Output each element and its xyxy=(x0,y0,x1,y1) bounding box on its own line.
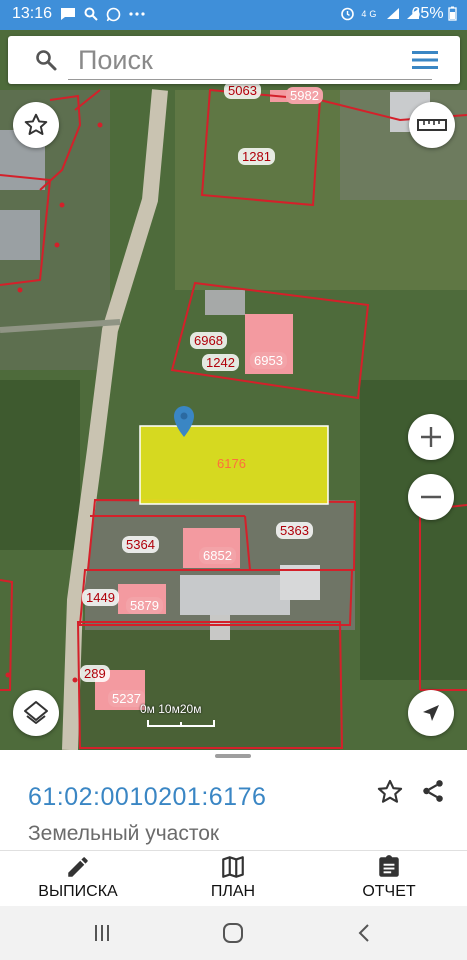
layers-button[interactable] xyxy=(13,690,59,736)
selected-parcel-label[interactable]: 6176 xyxy=(217,456,246,471)
clipboard-icon xyxy=(379,855,399,877)
battery-text: 65% xyxy=(411,5,444,22)
parcel-label[interactable]: 1449 xyxy=(82,589,119,606)
system-status-icons: 4G xyxy=(340,6,420,21)
ruler-button[interactable] xyxy=(409,102,455,148)
more-icon xyxy=(129,12,145,16)
extract-label: ВЫПИСКА xyxy=(38,883,118,900)
recent-apps-icon[interactable] xyxy=(92,923,112,943)
plan-button[interactable]: ПЛАН xyxy=(183,851,283,907)
plus-icon xyxy=(421,427,441,447)
my-location-button[interactable] xyxy=(408,690,454,736)
report-label: ОТЧЕТ xyxy=(362,883,416,900)
object-type: Земельный участок xyxy=(28,822,220,845)
parcel-label[interactable]: 5982 xyxy=(286,87,323,104)
sheet-drag-handle[interactable] xyxy=(215,754,251,758)
back-icon[interactable] xyxy=(356,923,372,943)
pencil-icon xyxy=(68,857,88,877)
parcel-label[interactable]: 1281 xyxy=(238,148,275,165)
scale-text: 0м 10м20м xyxy=(140,702,202,716)
search-input[interactable] xyxy=(68,42,432,80)
network-type: 4G xyxy=(361,9,380,19)
status-time: 13:16 xyxy=(12,5,53,22)
battery-icon xyxy=(448,6,457,21)
parcel-label[interactable]: 6968 xyxy=(190,332,227,349)
home-icon[interactable] xyxy=(222,922,244,944)
search-icon[interactable] xyxy=(34,48,58,72)
cadastral-number: 61:02:0010201:6176 xyxy=(28,783,267,811)
map-icon xyxy=(222,856,244,878)
layers-icon xyxy=(24,701,48,724)
whatsapp-icon xyxy=(106,7,121,22)
zoom-in-button[interactable] xyxy=(408,414,454,460)
star-outline-icon xyxy=(24,113,48,135)
plan-label: ПЛАН xyxy=(210,883,256,900)
notification-icons xyxy=(60,5,145,22)
action-bar: ВЫПИСКА ПЛАН ОТЧЕТ xyxy=(0,850,467,906)
parcel-label[interactable]: 1242 xyxy=(202,354,239,371)
parcel-label[interactable]: 289 xyxy=(80,665,110,682)
ruler-icon xyxy=(417,119,447,131)
scale-bar xyxy=(147,720,215,727)
search-icon xyxy=(84,7,98,22)
share-icon[interactable] xyxy=(420,778,446,804)
menu-icon[interactable] xyxy=(410,48,440,72)
report-button[interactable]: ОТЧЕТ xyxy=(339,851,439,907)
favorites-button[interactable] xyxy=(13,102,59,148)
alarm-icon xyxy=(341,8,354,21)
map-scale: 0м 10м20м xyxy=(140,702,222,732)
parcel-label[interactable]: 5879 xyxy=(126,597,163,614)
parcel-label[interactable]: 5364 xyxy=(122,536,159,553)
extract-button[interactable]: ВЫПИСКА xyxy=(28,851,128,907)
search-bar xyxy=(8,36,460,84)
parcel-label[interactable]: 6953 xyxy=(250,352,287,369)
system-navigation-bar xyxy=(0,906,467,960)
map-imagery xyxy=(0,30,467,750)
navigation-arrow-icon xyxy=(423,705,439,721)
minus-icon xyxy=(421,495,441,499)
object-info-sheet[interactable]: 61:02:0010201:6176 Земельный участок xyxy=(0,750,467,850)
star-outline-icon[interactable] xyxy=(376,778,404,806)
status-bar: 13:16 4G 65% xyxy=(0,0,467,30)
cadastral-map[interactable]: 5063 5982 1281 6968 1242 6953 5363 5364 … xyxy=(0,30,467,750)
message-icon xyxy=(61,8,75,21)
signal-icon xyxy=(386,8,399,20)
parcel-label[interactable]: 6852 xyxy=(199,547,236,564)
battery-level: 65% xyxy=(412,5,457,23)
zoom-out-button[interactable] xyxy=(408,474,454,520)
parcel-label[interactable]: 5063 xyxy=(224,82,261,99)
parcel-label[interactable]: 5363 xyxy=(276,522,313,539)
